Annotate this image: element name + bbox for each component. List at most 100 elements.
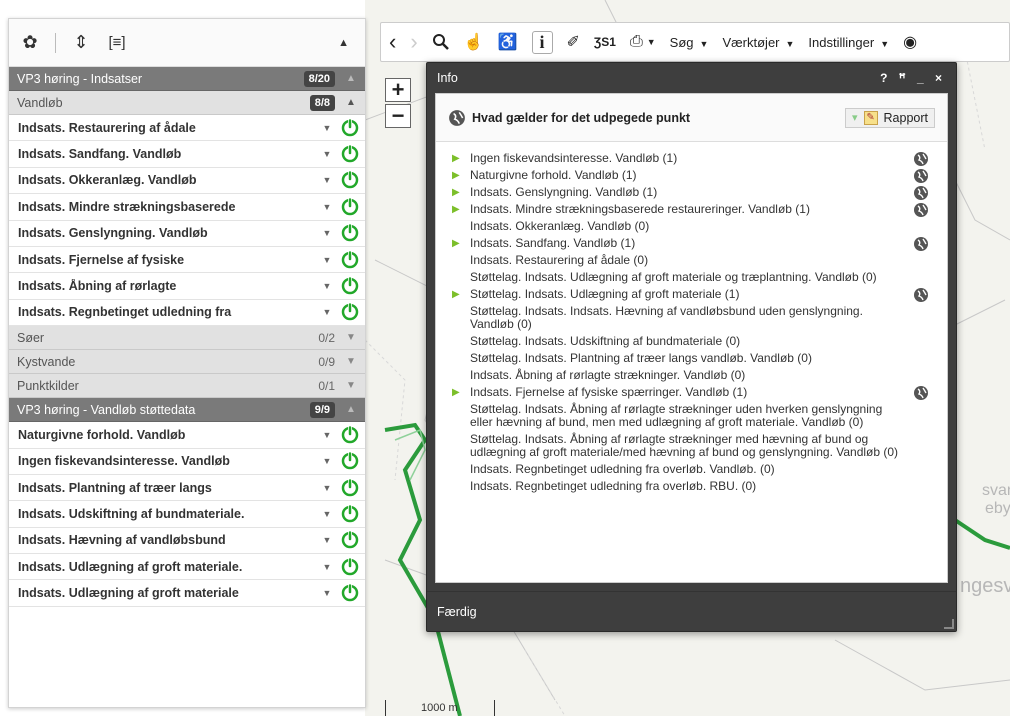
caret-up-icon[interactable]: ▲ <box>345 97 357 108</box>
layer-row[interactable]: Indsats. Regnbetinget udledning fra ▼ <box>9 299 365 327</box>
layer-row[interactable]: Indsats. Åbning af rørlagte ▼ <box>9 273 365 300</box>
coordinate-icon[interactable]: ƷS1 <box>594 35 616 49</box>
expand-triangle-icon[interactable]: ▶ <box>452 237 460 250</box>
layer-row[interactable]: Indsats. Mindre strækningsbaserede ▼ <box>9 194 365 221</box>
power-toggle-icon[interactable] <box>341 224 359 242</box>
layer-row[interactable]: Indsats. Restaurering af ådale ▼ <box>9 115 365 142</box>
forward-icon[interactable]: › <box>410 29 417 55</box>
layer-group-header[interactable]: VP3 høring - Indsatser 8/20 ▲ <box>9 67 365 91</box>
layer-row[interactable]: Indsats. Genslyngning. Vandløb ▼ <box>9 220 365 247</box>
layer-group-header[interactable]: Vandløb 8/8 ▲ <box>9 91 365 115</box>
caret-down-icon[interactable]: ▼ <box>317 281 337 291</box>
bracket-list-icon[interactable]: [≡] <box>106 34 128 51</box>
done-button[interactable]: Færdig <box>437 605 477 619</box>
layer-row[interactable]: Indsats. Udskiftning af bundmateriale. ▼ <box>9 501 365 528</box>
layer-row[interactable]: Indsats. Hævning af vandløbsbund ▼ <box>9 527 365 555</box>
zoom-out-button[interactable]: − <box>385 103 411 128</box>
measure-icon[interactable]: ✐ <box>567 32 580 52</box>
layer-row[interactable]: Indsats. Plantning af træer langs ▼ <box>9 474 365 502</box>
layer-row[interactable]: Indsats. Sandfang. Vandløb ▼ <box>9 141 365 168</box>
search-icon[interactable] <box>432 33 450 51</box>
caret-down-icon[interactable]: ▼ <box>317 202 337 212</box>
layer-row[interactable]: Naturgivne forhold. Vandløb ▼ <box>9 422 365 449</box>
power-toggle-icon[interactable] <box>341 425 359 444</box>
caret-up-icon[interactable]: ▲ <box>345 404 357 415</box>
layer-row[interactable]: Indsats. Udlægning af groft materiale ▼ <box>9 580 365 607</box>
power-toggle-icon[interactable] <box>341 504 359 523</box>
caret-down-icon[interactable]: ▼ <box>317 149 337 159</box>
zoom-in-button[interactable]: + <box>385 77 411 102</box>
info-result-item[interactable]: ▶ Indsats. Fjernelse af fysiske spærringe… <box>448 386 937 400</box>
expand-triangle-icon[interactable]: ▶ <box>452 288 460 301</box>
caret-down-icon[interactable]: ▼ <box>317 228 337 238</box>
info-result-item[interactable]: ▶ Indsats. Sandfang. Vandløb (1) <box>448 237 937 251</box>
layer-label: Indsats. Restaurering af ådale <box>18 120 196 135</box>
caret-down-icon[interactable]: ▼ <box>317 175 337 185</box>
info-result-item[interactable]: ▶ Ingen fiskevandsinteresse. Vandløb (1) <box>448 152 937 166</box>
gear-icon[interactable]: ✿ <box>19 32 41 53</box>
caret-up-icon[interactable]: ▲ <box>338 37 349 49</box>
layer-group-header[interactable]: Punktkilder 0/1 ▼ <box>9 374 365 399</box>
caret-down-icon[interactable]: ▼ <box>345 380 357 391</box>
back-icon[interactable]: ‹ <box>389 29 396 55</box>
caret-down-icon[interactable]: ▼ <box>317 509 337 519</box>
menu-search[interactable]: Søg ▼ <box>670 35 709 50</box>
caret-down-icon[interactable]: ▼ <box>317 483 337 493</box>
arrows-vertical-icon[interactable]: ⇕ <box>70 32 92 53</box>
info-subheader: Hvad gælder for det udpegede punkt ▾ ✎ R… <box>436 94 947 142</box>
menu-settings[interactable]: Indstillinger ▼ <box>808 35 889 50</box>
report-button[interactable]: ▾ ✎ Rapport <box>844 107 935 128</box>
power-toggle-icon[interactable] <box>341 303 359 321</box>
power-toggle-icon[interactable] <box>341 118 359 137</box>
power-toggle-icon[interactable] <box>341 452 359 470</box>
report-button-label: Rapport <box>883 110 928 125</box>
layer-row[interactable]: Indsats. Fjernelse af fysiske ▼ <box>9 246 365 274</box>
power-toggle-icon[interactable] <box>341 584 359 602</box>
info-result-item[interactable]: ▶ Naturgivne forhold. Vandløb (1) <box>448 169 937 183</box>
caret-down-icon[interactable]: ▼ <box>317 123 337 133</box>
layer-group-header[interactable]: Kystvande 0/9 ▼ <box>9 350 365 375</box>
info-result-item[interactable]: ▶ Indsats. Mindre strækningsbaserede rest… <box>448 203 937 217</box>
caret-down-icon[interactable]: ▼ <box>317 562 337 572</box>
caret-down-icon[interactable]: ▼ <box>345 356 357 367</box>
expand-triangle-icon[interactable]: ▶ <box>452 186 460 199</box>
expand-triangle-icon[interactable]: ▶ <box>452 152 460 165</box>
layer-group-header[interactable]: VP3 høring - Vandløb støttedata 9/9 ▲ <box>9 398 365 423</box>
expand-triangle-icon[interactable]: ▶ <box>452 203 460 216</box>
power-toggle-icon[interactable] <box>341 250 359 269</box>
caret-down-icon[interactable]: ▼ <box>317 430 337 440</box>
layer-row[interactable]: Ingen fiskevandsinteresse. Vandløb ▼ <box>9 448 365 475</box>
caret-down-icon[interactable]: ▼ <box>345 332 357 343</box>
expand-triangle-icon[interactable]: ▶ <box>452 169 460 182</box>
info-icon[interactable]: i <box>531 30 553 54</box>
caret-down-icon[interactable]: ▼ <box>317 535 337 545</box>
info-result-item[interactable]: ▶ Støttelag. Indsats. Udlægning af groft … <box>448 288 937 302</box>
power-toggle-icon[interactable] <box>341 145 359 163</box>
info-result-label: Indsats. Regnbetinget udledning fra over… <box>470 462 775 476</box>
power-toggle-icon[interactable] <box>341 277 359 295</box>
print-icon[interactable]: ⎙ ▼ <box>630 33 656 51</box>
pan-hand-icon[interactable]: ☝ <box>464 32 484 52</box>
caret-down-icon[interactable]: ▼ <box>317 588 337 598</box>
caret-up-icon[interactable]: ▲ <box>345 73 357 84</box>
info-dialog-header[interactable]: Info ? ꟸ _ × <box>427 63 956 93</box>
locate-icon[interactable]: ◉ <box>903 32 917 52</box>
power-toggle-icon[interactable] <box>341 557 359 576</box>
power-toggle-icon[interactable] <box>341 197 359 216</box>
resize-grip-icon[interactable] <box>944 619 954 629</box>
power-toggle-icon[interactable] <box>341 478 359 497</box>
caret-down-icon[interactable]: ▼ <box>317 307 337 317</box>
walker-icon[interactable]: ♿ <box>498 32 518 52</box>
power-toggle-icon[interactable] <box>341 171 359 189</box>
layer-row[interactable]: Indsats. Okkeranlæg. Vandløb ▼ <box>9 167 365 195</box>
layer-row[interactable]: Indsats. Udlægning af groft materiale. ▼ <box>9 554 365 581</box>
expand-triangle-icon[interactable]: ▶ <box>452 386 460 399</box>
layer-group-header[interactable]: Søer 0/2 ▼ <box>9 326 365 351</box>
dialog-window-controls[interactable]: ? ꟸ _ × <box>880 71 946 85</box>
caret-down-icon[interactable]: ▼ <box>317 456 337 466</box>
power-toggle-icon[interactable] <box>341 531 359 549</box>
info-result-item[interactable]: ▶ Indsats. Genslyngning. Vandløb (1) <box>448 186 937 200</box>
caret-down-icon[interactable]: ▼ <box>317 255 337 265</box>
info-result-label: Støttelag. Indsats. Plantning af træer l… <box>470 351 812 365</box>
menu-tools[interactable]: Værktøjer ▼ <box>722 35 794 50</box>
